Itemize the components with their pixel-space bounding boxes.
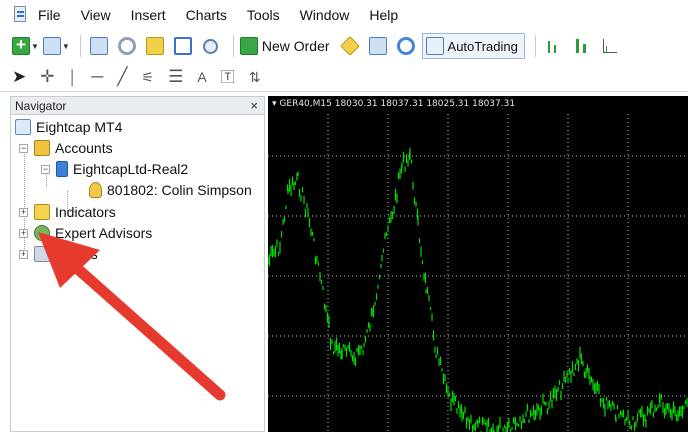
new-order-icon (239, 37, 258, 55)
people-icon (368, 37, 387, 55)
metaeditor-button[interactable] (338, 34, 362, 58)
tree-item-accounts[interactable]: − Accounts (19, 140, 113, 156)
chart-header: ▾ GER40,M15 18030.31 18037.31 18025.31 1… (272, 99, 515, 109)
menu-view[interactable]: View (81, 7, 111, 23)
tree-item-label: Indicators (55, 204, 116, 220)
tree-item-label: 801802: Colin Simpson (107, 182, 252, 198)
new-order-label: New Order (261, 38, 330, 54)
expand-icon[interactable]: + (19, 207, 28, 217)
candlestick-button[interactable] (570, 34, 594, 58)
terminal-icon (173, 37, 192, 55)
signals-button[interactable] (366, 34, 390, 58)
menu-insert[interactable]: Insert (131, 7, 166, 23)
toolbar-separator (79, 35, 81, 57)
navigator-button[interactable] (143, 34, 167, 58)
menu-help[interactable]: Help (369, 7, 398, 23)
collapse-icon[interactable]: − (41, 164, 50, 174)
globe-icon (396, 37, 415, 55)
close-icon[interactable]: × (250, 98, 258, 113)
autotrading-button[interactable]: AutoTrading (421, 33, 525, 59)
menu-tools[interactable]: Tools (247, 7, 280, 23)
standard-toolbar: ▼ ▼ New Order AutoTrading (0, 30, 688, 62)
accounts-icon (34, 140, 50, 156)
expand-icon[interactable]: + (19, 228, 28, 238)
tree-item-indicators[interactable]: + Indicators (19, 204, 116, 220)
fibonacci-icon[interactable]: ⚟ (142, 70, 155, 84)
tree-item-label: EightcapLtd-Real2 (73, 161, 189, 177)
cursor-icon[interactable]: ➤ (12, 68, 26, 85)
server-icon (56, 161, 68, 177)
editor-icon (339, 36, 360, 56)
line-studies-toolbar: ➤ ✛ │ ─ ╱ ⚟ ☰ A 🅃 ⇅ (0, 62, 688, 92)
menu-file[interactable]: File (38, 7, 61, 23)
bar-chart-button[interactable] (542, 34, 566, 58)
document-icon[interactable] (10, 5, 32, 25)
menu-bar: File View Insert Charts Tools Window Hel… (0, 0, 688, 30)
magnifier-icon (203, 38, 219, 54)
toolbar-separator (534, 35, 536, 57)
horizontal-line-icon[interactable]: ─ (91, 68, 103, 85)
text-tool-icon[interactable]: A (197, 70, 206, 84)
crosshair-target-icon (117, 37, 136, 55)
collapse-icon[interactable]: − (19, 143, 28, 153)
new-chart-button[interactable]: ▼ (12, 34, 39, 58)
chart-canvas[interactable] (268, 96, 688, 432)
profiles-icon (42, 37, 61, 55)
tree-item-account[interactable]: 801802: Colin Simpson (89, 182, 252, 198)
new-order-button[interactable]: New Order (239, 34, 334, 58)
autotrading-label: AutoTrading (447, 38, 518, 54)
tree-item-label: Accounts (55, 140, 113, 156)
scripts-icon (34, 246, 50, 262)
chevron-down-icon[interactable]: ▾ (272, 99, 277, 109)
price-chart[interactable]: ▾ GER40,M15 18030.31 18037.31 18025.31 1… (268, 96, 688, 432)
autotrading-icon (425, 37, 444, 55)
tree-item-expert-advisors[interactable]: + Expert Advisors (19, 225, 152, 241)
indicators-icon (34, 204, 50, 220)
data-window-button[interactable] (115, 34, 139, 58)
crosshair-icon[interactable]: ✛ (40, 68, 54, 85)
line-chart-icon (601, 37, 619, 55)
expand-icon[interactable]: + (19, 249, 28, 259)
market-watch-icon (89, 37, 108, 55)
navigator-panel: Navigator × Eightcap MT4 − Accounts − Ei… (10, 96, 265, 432)
chevron-down-icon: ▼ (31, 41, 39, 51)
navigator-title: Navigator (15, 98, 67, 113)
toolbar-separator (232, 35, 234, 57)
bar-chart-icon (545, 37, 563, 55)
tree-root[interactable]: Eightcap MT4 (15, 119, 122, 135)
market-button[interactable] (394, 34, 418, 58)
market-watch-button[interactable] (87, 34, 111, 58)
arrows-icon[interactable]: ⇅ (249, 70, 261, 84)
chart-symbol-ohlc: GER40,M15 18030.31 18037.31 18025.31 180… (279, 99, 516, 109)
tree-item-label: Scripts (55, 246, 98, 262)
vertical-line-icon[interactable]: │ (69, 70, 78, 84)
tree-item-label: Expert Advisors (55, 225, 153, 241)
line-chart-button[interactable] (598, 34, 622, 58)
expert-advisor-icon (34, 225, 50, 241)
candlestick-icon (573, 37, 591, 55)
user-icon (89, 182, 102, 198)
chevron-down-icon: ▼ (61, 41, 70, 51)
terminal-icon (15, 119, 31, 135)
tree-item-scripts[interactable]: + Scripts (19, 246, 98, 262)
menu-charts[interactable]: Charts (186, 7, 227, 23)
profiles-button[interactable]: ▼ (42, 34, 70, 58)
terminal-button[interactable] (171, 34, 195, 58)
equidistant-channel-icon[interactable]: ☰ (168, 68, 183, 85)
folder-icon (145, 37, 164, 55)
tree-item-server[interactable]: − EightcapLtd-Real2 (41, 161, 188, 177)
strategy-tester-button[interactable] (199, 34, 223, 58)
text-label-icon[interactable]: 🅃 (221, 70, 235, 84)
trendline-icon[interactable]: ╱ (117, 68, 127, 85)
menu-window[interactable]: Window (300, 7, 350, 23)
tree-root-label: Eightcap MT4 (36, 119, 123, 135)
navigator-header: Navigator × (11, 97, 264, 115)
new-chart-icon (12, 35, 30, 55)
